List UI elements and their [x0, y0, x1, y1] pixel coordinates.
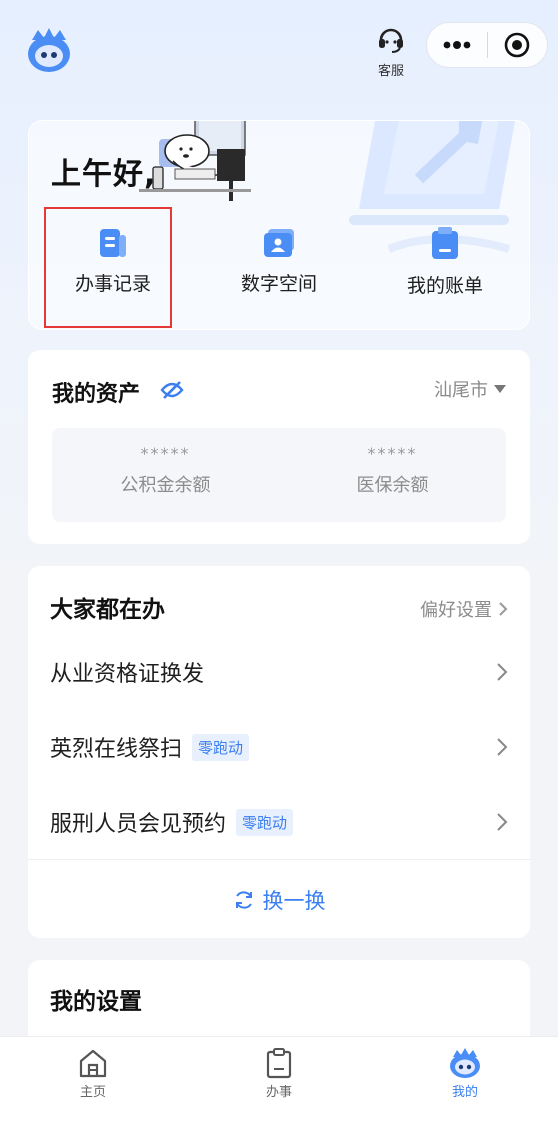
quick-action-label: 数字空间	[240, 273, 317, 295]
refresh-label: 换一换	[262, 889, 326, 913]
clipboard-icon	[266, 1048, 292, 1079]
more-button[interactable]	[427, 23, 487, 67]
asset-masked-value: *****	[140, 444, 191, 463]
greeting-card: 上午好, 办事记录 数字空间 我的账单	[28, 120, 530, 330]
city-label: 汕尾市	[434, 380, 488, 401]
asset-label: 医保余额	[356, 475, 429, 496]
target-close-icon	[504, 32, 530, 58]
city-selector[interactable]: 汕尾市	[434, 376, 506, 402]
asset-label: 公积金余额	[120, 475, 211, 496]
refresh-icon	[235, 891, 252, 909]
document-icon	[100, 229, 126, 257]
asset-medical-insurance[interactable]: ***** 医保余额	[279, 444, 506, 497]
preference-settings-link[interactable]: 偏好设置	[420, 596, 508, 622]
service-row[interactable]: 英烈在线祭扫 零跑动	[28, 717, 530, 777]
zero-trip-tag: 零跑动	[236, 808, 294, 836]
mini-program-capsule	[426, 22, 548, 68]
my-assets-card: 我的资产 汕尾市 ***** 公积金余额 ***** 医保余额	[28, 350, 530, 544]
preference-label: 偏好设置	[420, 600, 492, 621]
assets-title: 我的资产	[52, 382, 141, 407]
nav-label: 我的	[451, 1085, 478, 1100]
refresh-button[interactable]: 换一换	[28, 866, 530, 934]
service-row[interactable]: 从业资格证换发	[28, 642, 530, 702]
chevron-right-icon	[497, 738, 508, 756]
chevron-right-icon	[499, 602, 508, 616]
id-card-icon	[264, 229, 294, 257]
service-label: 从业资格证换发	[50, 662, 205, 687]
assets-panel: ***** 公积金余额 ***** 医保余额	[52, 428, 506, 522]
quick-action-my-bills[interactable]: 我的账单	[381, 221, 509, 321]
bottom-nav: 主页 办事 我的	[0, 1036, 558, 1126]
popular-services-card: 大家都在办 偏好设置 从业资格证换发 英烈在线祭扫 零跑动 服刑人员会见预约 零…	[28, 566, 530, 938]
nav-item-services[interactable]: 办事	[186, 1037, 372, 1126]
divider	[28, 859, 530, 860]
service-row[interactable]: 服刑人员会见预约 零跑动	[28, 792, 530, 852]
quick-action-records[interactable]: 办事记录	[49, 221, 177, 321]
service-label: 服刑人员会见预约	[50, 812, 227, 837]
caret-down-icon	[494, 385, 506, 393]
nav-label: 主页	[79, 1085, 106, 1100]
quick-action-digital-space[interactable]: 数字空间	[215, 221, 343, 321]
customer-service-button[interactable]: 客服	[364, 24, 418, 80]
quick-action-label: 我的账单	[406, 275, 483, 297]
chevron-right-icon	[497, 813, 508, 831]
chevron-right-icon	[497, 663, 508, 681]
asset-provident-fund[interactable]: ***** 公积金余额	[52, 444, 279, 497]
zero-trip-tag: 零跑动	[192, 733, 250, 761]
mascot-illustration	[139, 121, 251, 209]
more-dots-icon	[443, 41, 471, 49]
quick-action-label: 办事记录	[74, 273, 151, 295]
nav-item-mine[interactable]: 我的	[372, 1037, 558, 1126]
asset-masked-value: *****	[367, 444, 418, 463]
app-logo-icon	[24, 26, 74, 74]
close-button[interactable]	[487, 23, 547, 67]
service-label: 英烈在线祭扫	[50, 737, 183, 762]
top-bar: 客服	[0, 0, 558, 96]
nav-item-home[interactable]: 主页	[0, 1037, 186, 1126]
settings-title: 我的设置	[50, 989, 142, 1015]
headset-icon	[379, 28, 403, 53]
popular-title: 大家都在办	[50, 597, 165, 623]
eye-hidden-icon[interactable]	[160, 380, 184, 400]
clipboard-icon	[432, 227, 458, 259]
mascot-icon	[450, 1048, 480, 1078]
customer-service-label: 客服	[377, 64, 404, 79]
nav-label: 办事	[265, 1085, 292, 1100]
home-icon	[79, 1049, 107, 1078]
